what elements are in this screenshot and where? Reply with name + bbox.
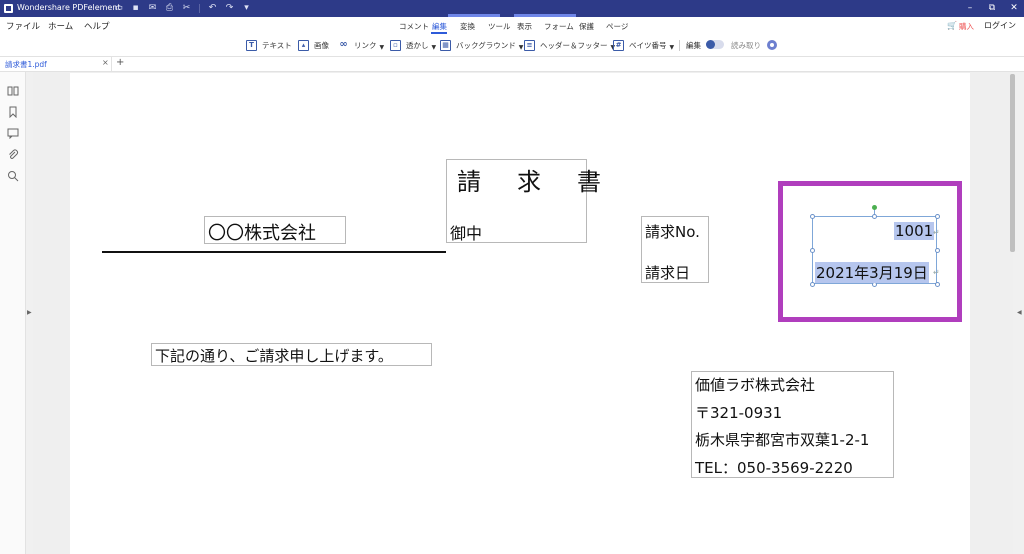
collapse-right-icon[interactable]: ◀ xyxy=(1017,309,1022,316)
tab-page[interactable]: ページ xyxy=(606,21,628,32)
edit-mode-toggle[interactable] xyxy=(706,40,724,49)
purchase-link[interactable]: 購入 xyxy=(959,21,974,32)
chevron-down-icon: ▼ xyxy=(669,44,675,51)
tool-label: リンク xyxy=(354,40,377,50)
chevron-down-icon: ▼ xyxy=(379,44,385,51)
tool-label: バックグラウンド xyxy=(456,40,516,50)
open-folder-icon[interactable]: ▭ xyxy=(113,3,124,14)
search-icon[interactable] xyxy=(7,170,19,182)
menu-help[interactable]: ヘルプ xyxy=(84,20,110,32)
highlight-frame xyxy=(778,181,962,322)
edit-toolbar: T テキスト ▴ 画像 ∞ リンク ▼ ▫ 透かし ▼ ▦ バックグラウンド ▼… xyxy=(0,34,1024,56)
background-tool-button[interactable]: ▦ バックグラウンド ▼ xyxy=(440,38,523,52)
close-window-button[interactable]: ✕ xyxy=(1007,2,1021,15)
comment-icon[interactable] xyxy=(7,127,19,139)
print-icon[interactable]: ⎙ xyxy=(164,3,175,14)
collapse-left-icon[interactable]: ▶ xyxy=(27,309,32,316)
tab-comment[interactable]: コメント xyxy=(399,21,429,32)
tab-tools[interactable]: ツール xyxy=(488,21,511,32)
header-footer-icon: ≡ xyxy=(524,39,535,51)
vertical-scrollbar[interactable] xyxy=(1010,74,1015,252)
text-tool-button[interactable]: T テキスト xyxy=(246,38,292,52)
email-icon[interactable]: ✉ xyxy=(147,3,158,14)
tab-view[interactable]: 表示 xyxy=(517,21,532,32)
invoice-no-label: 請求No. xyxy=(645,223,700,241)
tool-label: ヘッダー＆フッター xyxy=(540,40,608,50)
attachment-icon[interactable] xyxy=(7,149,19,161)
tab-protect[interactable]: 保護 xyxy=(579,21,594,32)
watermark-icon: ▫ xyxy=(390,39,401,51)
issuer-tel: TEL：050-3569-2220 xyxy=(695,459,853,477)
toolbar-divider xyxy=(679,40,680,51)
link-icon: ∞ xyxy=(339,38,348,50)
bates-icon: # xyxy=(613,39,624,51)
issuer-company: 価値ラボ株式会社 xyxy=(695,376,816,394)
menu-home[interactable]: ホーム xyxy=(48,20,73,32)
read-mode-label: 読み取り xyxy=(731,40,761,50)
text-icon: T xyxy=(246,39,257,51)
intro-text: 下記の通り、ご請求申し上げます。 xyxy=(155,347,393,365)
tab-edit[interactable]: 編集 xyxy=(432,21,447,32)
app-title: Wondershare PDFelement xyxy=(17,3,121,12)
scissors-icon[interactable]: ✂ xyxy=(181,3,192,14)
chevron-down-icon: ▼ xyxy=(518,44,524,51)
restore-button[interactable]: ⧉ xyxy=(985,2,999,15)
add-tab-button[interactable]: + xyxy=(116,57,124,68)
honorific-text: 御中 xyxy=(450,224,483,243)
thumbnails-icon[interactable] xyxy=(7,85,19,97)
menu-bar: ファイル ホーム ヘルプ コメント 編集 変換 ツール 表示 フォーム 保護 ペ… xyxy=(0,17,1024,34)
invoice-date-label: 請求日 xyxy=(645,264,691,282)
issuer-address: 栃木県宇都宮市双葉1-2-1 xyxy=(695,431,870,449)
document-tab[interactable]: 請求書1.pdf × xyxy=(0,57,112,72)
menu-file[interactable]: ファイル xyxy=(6,20,40,32)
document-tab-name: 請求書1.pdf xyxy=(5,60,47,69)
watermark-tool-button[interactable]: ▫ 透かし ▼ xyxy=(390,38,436,52)
titlebar-divider xyxy=(199,4,200,13)
image-tool-button[interactable]: ▴ 画像 xyxy=(298,38,329,52)
tab-form[interactable]: フォーム xyxy=(544,21,574,32)
save-icon[interactable]: ▪ xyxy=(130,3,141,14)
undo-icon[interactable]: ↶ xyxy=(207,3,218,14)
customize-toolbar-icon[interactable]: ▾ xyxy=(241,3,252,14)
app-logo-icon xyxy=(4,4,13,13)
toggle-knob xyxy=(706,40,715,49)
cart-icon[interactable]: 🛒 xyxy=(947,21,957,30)
background-icon: ▦ xyxy=(440,39,451,51)
title-bar: Wondershare PDFelement ▭ ▪ ✉ ⎙ ✂ ↶ ↷ ▾ –… xyxy=(0,0,1024,17)
image-icon: ▴ xyxy=(298,39,309,51)
chevron-down-icon: ▼ xyxy=(431,44,437,51)
tool-label: テキスト xyxy=(262,40,292,50)
settings-gear-icon[interactable] xyxy=(767,40,777,50)
tab-convert[interactable]: 変換 xyxy=(460,21,475,32)
login-link[interactable]: ログイン xyxy=(984,20,1016,31)
tool-label: 画像 xyxy=(314,40,329,50)
recipient-name: 〇〇株式会社 xyxy=(208,223,316,244)
tool-label: 透かし xyxy=(406,40,429,50)
minimize-button[interactable]: – xyxy=(963,2,977,15)
edit-mode-label: 編集 xyxy=(686,40,701,50)
bookmark-icon[interactable] xyxy=(7,106,19,118)
document-tab-bar: 請求書1.pdf × + xyxy=(0,56,1024,72)
link-tool-button[interactable]: ∞ リンク ▼ xyxy=(338,38,384,52)
side-panel xyxy=(0,72,26,554)
header-footer-tool-button[interactable]: ≡ ヘッダー＆フッター ▼ xyxy=(524,38,615,52)
issuer-postal: 〒321-0931 xyxy=(695,404,783,422)
bates-tool-button[interactable]: # ベイツ番号 ▼ xyxy=(613,38,674,52)
close-tab-icon[interactable]: × xyxy=(102,58,109,67)
redo-icon[interactable]: ↷ xyxy=(224,3,235,14)
document-title: 請 求 書 xyxy=(457,168,607,196)
tool-label: ベイツ番号 xyxy=(629,40,667,50)
recipient-underline xyxy=(102,251,446,253)
